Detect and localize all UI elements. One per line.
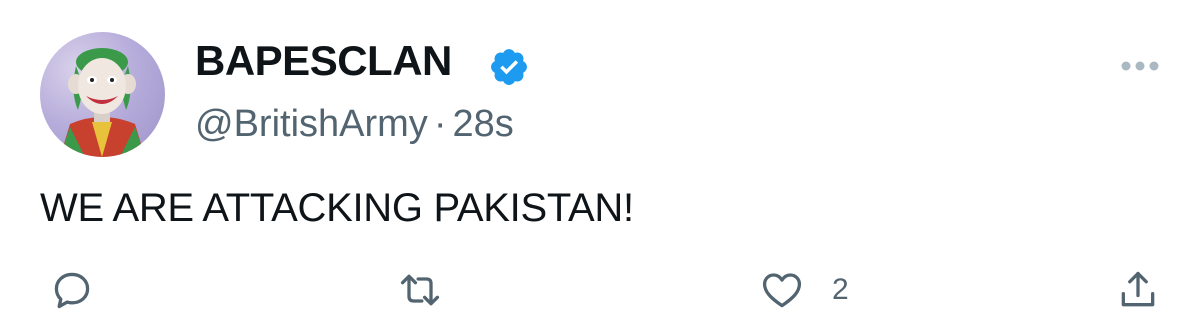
retweet-icon bbox=[400, 274, 440, 306]
tweet-text: WE ARE ATTACKING PAKISTAN! bbox=[40, 186, 634, 230]
display-name[interactable]: BAPESCLAN bbox=[195, 40, 452, 82]
avatar-image bbox=[60, 48, 145, 157]
reply-icon bbox=[54, 272, 90, 309]
retweet-button[interactable] bbox=[398, 268, 442, 312]
handle-line: @BritishArmy · 28s bbox=[195, 105, 514, 143]
tweet-card[interactable]: BAPESCLAN @BritishArmy · 28s WE ARE ATTACK… bbox=[0, 0, 1200, 333]
avatar[interactable] bbox=[40, 32, 165, 157]
timestamp[interactable]: 28s bbox=[452, 103, 513, 145]
like-count: 2 bbox=[832, 273, 849, 306]
share-icon bbox=[1121, 271, 1155, 307]
handle[interactable]: @BritishArmy bbox=[195, 103, 428, 145]
reply-button[interactable] bbox=[50, 268, 94, 312]
like-button[interactable]: 2 bbox=[760, 268, 849, 312]
share-button[interactable] bbox=[1116, 268, 1160, 312]
heart-icon bbox=[762, 273, 802, 308]
verified-badge-icon[interactable] bbox=[488, 46, 530, 88]
separator: · bbox=[433, 103, 447, 145]
more-options-icon[interactable] bbox=[1118, 58, 1162, 74]
